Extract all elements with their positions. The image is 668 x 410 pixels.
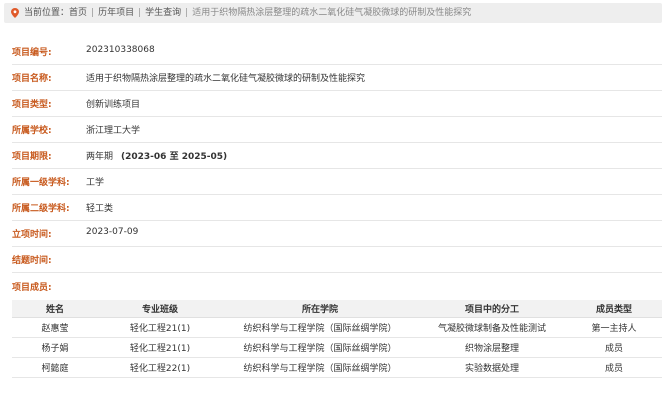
cell-class: 轻化工程21(1) <box>98 337 222 358</box>
field-secondary-discipline: 所属二级学科: 轻工类 <box>12 194 662 221</box>
cell-name: 赵惠莹 <box>12 317 98 338</box>
cell-role: 实验数据处理 <box>418 357 566 378</box>
field-value: 创新训练项目 <box>86 100 141 110</box>
members-table-header: 姓名 专业班级 所在学院 项目中的分工 成员类型 <box>12 300 662 318</box>
column-header-name: 姓名 <box>12 300 98 318</box>
breadcrumb: 当前位置：首页 | 历年项目 | 学生查询 | 适用于织物隔热涂层整理的疏水二氧化硅气凝胶微… <box>4 3 662 23</box>
cell-member-type: 成员 <box>566 357 662 378</box>
cell-role: 气凝胶微球制备及性能测试 <box>418 317 566 338</box>
field-project-duration: 项目期限: 两年期 (2023-06 至 2025-05) <box>12 142 662 169</box>
table-row: 杨子娟 轻化工程21(1) 纺织科学与工程学院（国际丝绸学院） 织物涂层整理 成… <box>12 337 662 358</box>
column-header-role: 项目中的分工 <box>418 300 566 318</box>
field-label: 项目期限: <box>12 152 52 162</box>
cell-college: 纺织科学与工程学院（国际丝绸学院） <box>222 357 418 378</box>
field-label: 结题时间: <box>12 256 52 266</box>
field-members: 项目成员: <box>12 272 662 300</box>
duration-range: (2023-06 至 2025-05) <box>121 152 228 162</box>
cell-name: 杨子娟 <box>12 337 98 358</box>
duration-type: 两年期 <box>86 152 114 162</box>
cell-class: 轻化工程22(1) <box>98 357 222 378</box>
column-header-class: 专业班级 <box>98 300 222 318</box>
field-label: 所属学校: <box>12 126 52 136</box>
breadcrumb-separator: | <box>138 8 142 18</box>
field-value: 两年期 (2023-06 至 2025-05) <box>86 149 227 162</box>
table-row: 柯懿庭 轻化工程22(1) 纺织科学与工程学院（国际丝绸学院） 实验数据处理 成… <box>12 357 662 378</box>
field-approval-date: 立项时间: 2023-07-09 <box>12 220 662 247</box>
field-label: 项目名称: <box>12 74 52 84</box>
cell-college: 纺织科学与工程学院（国际丝绸学院） <box>222 337 418 358</box>
column-header-member-type: 成员类型 <box>566 300 662 318</box>
members-table: 姓名 专业班级 所在学院 项目中的分工 成员类型 赵惠莹 轻化工程21(1) 纺… <box>12 300 662 378</box>
field-completion-date: 结题时间: <box>12 246 662 273</box>
breadcrumb-history-link[interactable]: 历年项目 <box>98 8 134 18</box>
field-label: 项目编号: <box>12 48 52 58</box>
breadcrumb-prefix: 当前位置： <box>24 8 70 18</box>
breadcrumb-separator: | <box>185 8 189 18</box>
cell-member-type: 第一主持人 <box>566 317 662 338</box>
field-label: 所属二级学科: <box>12 204 70 214</box>
cell-class: 轻化工程21(1) <box>98 317 222 338</box>
breadcrumb-current: 适用于织物隔热涂层整理的疏水二氧化硅气凝胶微球的研制及性能探究 <box>192 8 472 18</box>
cell-college: 纺织科学与工程学院（国际丝绸学院） <box>222 317 418 338</box>
breadcrumb-student-query-link[interactable]: 学生查询 <box>145 8 181 18</box>
field-value: 轻工类 <box>86 204 114 214</box>
field-value: 适用于织物隔热涂层整理的疏水二氧化硅气凝胶微球的研制及性能探究 <box>86 74 366 84</box>
field-project-id: 项目编号: 202310338068 <box>12 38 662 65</box>
cell-role: 织物涂层整理 <box>418 337 566 358</box>
members-label: 项目成员: <box>12 283 52 293</box>
field-label: 项目类型: <box>12 100 52 110</box>
table-row: 赵惠莹 轻化工程21(1) 纺织科学与工程学院（国际丝绸学院） 气凝胶微球制备及… <box>12 317 662 338</box>
cell-name: 柯懿庭 <box>12 357 98 378</box>
breadcrumb-home-link[interactable]: 首页 <box>69 8 87 18</box>
cell-member-type: 成员 <box>566 337 662 358</box>
field-value: 浙江理工大学 <box>86 126 141 136</box>
field-value: 2023-07-09 <box>86 227 139 237</box>
location-pin-icon <box>11 8 19 18</box>
field-project-type: 项目类型: 创新训练项目 <box>12 90 662 117</box>
field-value: 202310338068 <box>86 45 155 55</box>
column-header-college: 所在学院 <box>222 300 418 318</box>
field-label: 所属一级学科: <box>12 178 70 188</box>
field-value: 工学 <box>86 178 105 188</box>
field-primary-discipline: 所属一级学科: 工学 <box>12 168 662 195</box>
field-project-name: 项目名称: 适用于织物隔热涂层整理的疏水二氧化硅气凝胶微球的研制及性能探究 <box>12 64 662 91</box>
breadcrumb-separator: | <box>91 8 95 18</box>
field-school: 所属学校: 浙江理工大学 <box>12 116 662 143</box>
field-label: 立项时间: <box>12 230 52 240</box>
